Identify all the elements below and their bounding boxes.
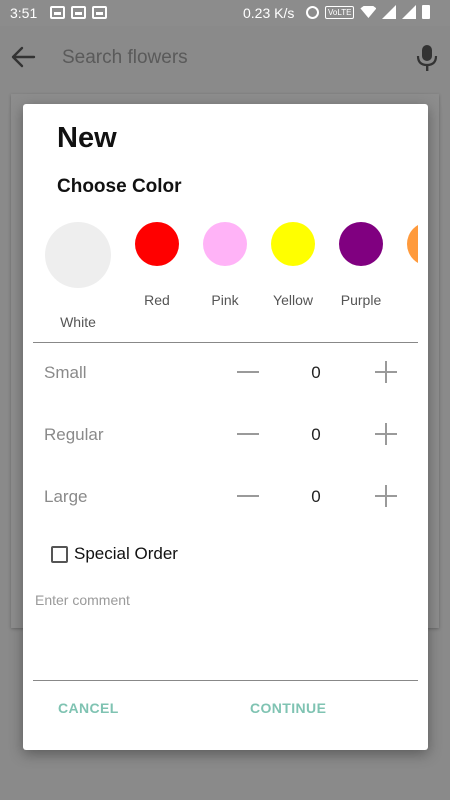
quantity-value: 0 (311, 425, 321, 444)
color-label: Pink (211, 292, 239, 308)
calendar-icon (92, 6, 107, 19)
color-swatch (271, 222, 315, 266)
color-swatch (203, 222, 247, 266)
new-order-dialog: New Choose Color White Red Pink Yellow P… (23, 104, 428, 750)
decrement-button[interactable] (237, 371, 259, 373)
special-order-option[interactable]: Special Order (51, 544, 178, 564)
color-option-red[interactable]: Red (133, 222, 181, 308)
net-speed: 0.23 K/s (243, 5, 295, 21)
color-option-yellow[interactable]: Yellow (269, 222, 317, 308)
alarm-icon (306, 5, 319, 19)
size-label: Large (44, 487, 88, 506)
divider (33, 342, 418, 343)
size-row-regular: Regular 0 (23, 415, 428, 455)
dialog-title: New (57, 122, 117, 154)
increment-button[interactable] (375, 423, 397, 445)
color-label: Red (144, 292, 170, 308)
color-swatch (45, 222, 111, 288)
color-option-white[interactable]: White (44, 222, 112, 330)
comment-field[interactable] (35, 592, 415, 678)
special-order-label: Special Order (74, 544, 178, 563)
color-label: Purple (340, 292, 382, 308)
search-input[interactable] (62, 44, 382, 72)
color-option-purple[interactable]: Purple (337, 222, 385, 308)
wifi-icon (360, 6, 377, 18)
color-label: White (60, 314, 96, 330)
choose-color-title: Choose Color (57, 176, 182, 197)
continue-button[interactable]: CONTINUE (250, 700, 326, 716)
color-option-orange[interactable]: Or (405, 222, 418, 308)
quantity-value: 0 (311, 487, 321, 506)
search-toolbar (0, 26, 450, 88)
color-picker: White Red Pink Yellow Purple Or (23, 220, 418, 336)
size-row-small: Small 0 (23, 353, 428, 393)
signal-icon (402, 5, 417, 19)
color-swatch (135, 222, 179, 266)
special-order-checkbox[interactable] (51, 545, 68, 563)
decrement-button[interactable] (237, 495, 259, 497)
color-label: Yellow (273, 292, 313, 308)
increment-button[interactable] (375, 485, 397, 507)
status-time: 3:51 (10, 5, 38, 21)
calendar-icon (71, 6, 86, 19)
size-label: Small (44, 363, 87, 382)
size-label: Regular (44, 425, 104, 444)
quantity-value: 0 (311, 363, 321, 382)
cancel-button[interactable]: CANCEL (58, 700, 119, 716)
back-arrow-icon[interactable] (10, 46, 36, 68)
mic-icon[interactable] (414, 43, 440, 73)
signal-icon (382, 5, 397, 19)
image-icon (50, 6, 65, 19)
color-swatch (339, 222, 383, 266)
battery-icon (422, 5, 431, 19)
decrement-button[interactable] (237, 433, 259, 435)
color-swatch (407, 222, 418, 266)
status-bar: 3:51 0.23 K/s VoLTE (0, 0, 450, 26)
volte-badge: VoLTE (325, 5, 355, 19)
size-row-large: Large 0 (23, 477, 428, 517)
divider (33, 680, 418, 681)
increment-button[interactable] (375, 361, 397, 383)
color-option-pink[interactable]: Pink (201, 222, 249, 308)
